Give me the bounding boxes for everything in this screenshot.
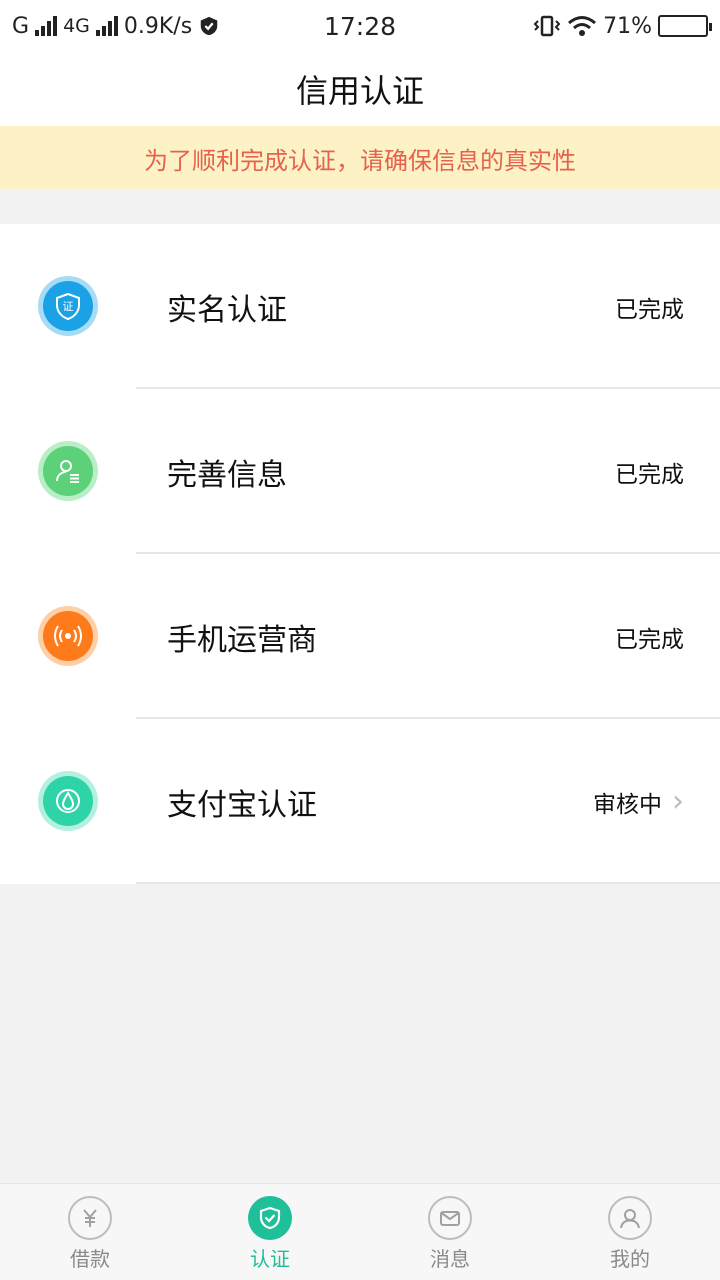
tab-certify[interactable]: 认证 — [180, 1184, 360, 1272]
status-text: 已完成 — [615, 626, 684, 653]
vpn-shield-icon — [200, 16, 218, 36]
icon-ring — [38, 771, 98, 831]
tab-label: 借款 — [70, 1247, 110, 1271]
tab-label: 认证 — [250, 1247, 290, 1271]
status-text: 审核中 — [593, 791, 662, 818]
status-bar: G 4G 0.9K/s 17:28 71% — [0, 0, 720, 52]
certification-list: 证 实名认证 已完成 完善信息 已完成 手机运营商 已完成 支付宝认证 审核中 … — [0, 224, 720, 884]
item-title: 完善信息 — [167, 457, 287, 493]
signal-bars-icon — [35, 16, 58, 36]
battery-percent: 71% — [603, 13, 652, 39]
carrier-2: 4G — [63, 15, 90, 37]
item-title: 实名认证 — [167, 292, 287, 328]
chevron-right-icon: › — [672, 783, 684, 819]
nav-bar: 信用认证 — [0, 52, 720, 126]
status-text: 已完成 — [615, 461, 684, 488]
list-item-alipay[interactable]: 支付宝认证 审核中 › — [0, 719, 720, 884]
notice-banner: 为了顺利完成认证，请确保信息的真实性 — [0, 126, 720, 190]
wifi-icon — [568, 16, 597, 36]
id-shield-icon: 证 — [43, 281, 93, 331]
page-title: 信用认证 — [295, 72, 424, 110]
network-speed: 0.9K/s — [123, 13, 193, 39]
mail-icon — [428, 1196, 472, 1240]
list-item-realname[interactable]: 证 实名认证 已完成 — [0, 224, 720, 389]
svg-text:证: 证 — [63, 300, 74, 313]
battery-icon — [658, 15, 712, 37]
tab-label: 我的 — [610, 1247, 650, 1271]
icon-ring: 证 — [38, 276, 98, 336]
notice-text: 为了顺利完成认证，请确保信息的真实性 — [144, 146, 576, 175]
status-text: 已完成 — [615, 296, 684, 323]
user-profile-icon — [43, 446, 93, 496]
tab-bar: 借款 认证 消息 我的 — [0, 1183, 720, 1280]
tab-label: 消息 — [430, 1247, 470, 1271]
person-icon — [608, 1196, 652, 1240]
alipay-icon — [43, 776, 93, 826]
icon-ring — [38, 606, 98, 666]
tab-messages[interactable]: 消息 — [360, 1184, 540, 1272]
shield-check-icon — [248, 1196, 292, 1240]
item-status: 已完成 — [615, 455, 684, 489]
item-status: 审核中 › — [593, 785, 684, 819]
list-item-carrier[interactable]: 手机运营商 已完成 — [0, 554, 720, 719]
item-status: 已完成 — [615, 620, 684, 654]
icon-ring — [38, 441, 98, 501]
tab-profile[interactable]: 我的 — [540, 1184, 720, 1272]
item-title: 支付宝认证 — [167, 787, 317, 823]
clock: 17:28 — [323, 11, 397, 41]
item-title: 手机运营商 — [167, 622, 317, 658]
yuan-icon — [68, 1196, 112, 1240]
signal-icon — [43, 611, 93, 661]
signal-bars-icon — [95, 16, 118, 36]
list-item-profile[interactable]: 完善信息 已完成 — [0, 389, 720, 554]
tab-loan[interactable]: 借款 — [0, 1184, 180, 1272]
item-status: 已完成 — [615, 290, 684, 324]
carrier-1: G — [12, 13, 30, 39]
vibrate-icon — [533, 15, 561, 37]
